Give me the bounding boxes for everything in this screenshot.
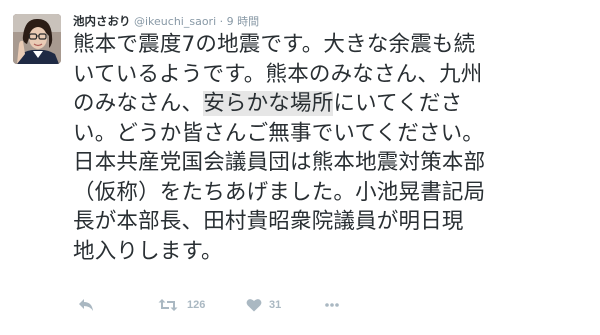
heart-icon	[246, 299, 262, 312]
retweet-icon	[158, 299, 178, 311]
avatar-photo	[13, 14, 61, 64]
retweet-count: 126	[187, 299, 206, 311]
tweet-text-line: 熊本で震度7の地震です。大きな余震も続	[73, 32, 476, 57]
reply-arrow-icon	[79, 299, 93, 311]
tweet-text-line: 地入りします。	[73, 238, 223, 264]
display-name[interactable]: 池内さおり	[73, 14, 131, 28]
avatar[interactable]	[13, 14, 61, 64]
tweet-card: 池内さおり @ikeuchi_saori · 9 時間 熊本で震度7の地震です。…	[0, 0, 600, 335]
tweet-text: 熊本で震度7の地震です。大きな余震も続 いているようです。熊本のみなさん、九州 …	[73, 30, 593, 266]
tweet-text-line: いているようです。熊本のみなさん、九州	[73, 61, 483, 87]
tweet-text-line: 長が本部長、田村貴昭衆院議員が明日現	[73, 209, 464, 234]
tweet-text-line: 日本共産党国会議員団は熊本地震対策本部	[73, 150, 486, 175]
like-count: 31	[269, 299, 282, 311]
highlighted-text: 安らかな場所	[203, 91, 334, 116]
more-dots-icon	[325, 303, 339, 307]
tweet-text-line: い。どうか皆さんご無事でいてください。	[73, 120, 485, 146]
separator-dot: ·	[219, 15, 224, 28]
tweet-text-line: のみなさん、安らかな場所にいてくださ	[73, 91, 463, 116]
user-handle[interactable]: @ikeuchi_saori	[134, 15, 216, 28]
timestamp[interactable]: 9 時間	[227, 15, 260, 28]
tweet-header: 池内さおり @ikeuchi_saori · 9 時間	[73, 14, 259, 29]
tweet-text-line: （仮称）をたちあげました。小池晃書記局	[73, 179, 486, 205]
